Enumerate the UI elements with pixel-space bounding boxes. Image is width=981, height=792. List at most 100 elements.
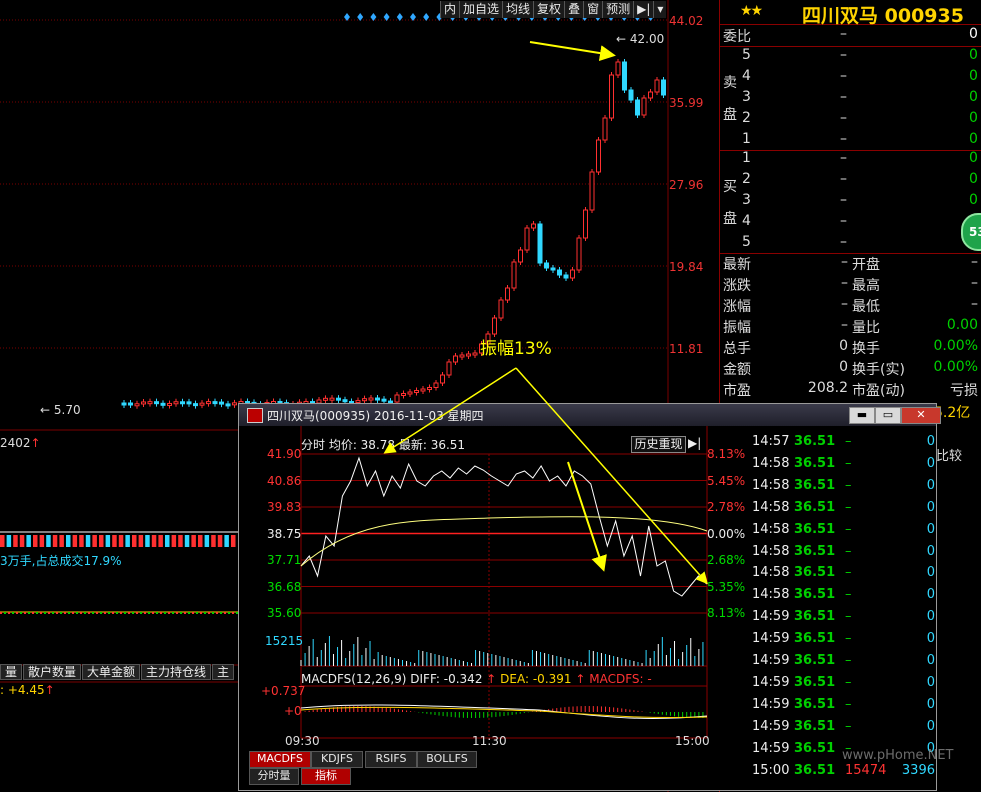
candle [394, 394, 400, 403]
tick-price: 36.51 [794, 587, 836, 603]
buy-row[interactable]: 2 – 0 [720, 171, 981, 191]
tick-time: 14:58 [752, 499, 790, 515]
indicator-tab[interactable]: RSIFS [365, 751, 417, 768]
toolbar-item[interactable]: 预测 [602, 1, 633, 18]
volume-bar [6, 535, 12, 547]
indicator-bar [216, 612, 218, 614]
stat-label: 最高 [852, 278, 880, 294]
buy-row[interactable]: 3 – 0 [720, 192, 981, 212]
indicator-bar [164, 612, 166, 614]
indicator-tab[interactable]: BOLLFS [417, 751, 477, 768]
intraday-window[interactable]: 四川双马(000935) 2016-11-03 星期四 ▬ ▭ ✕ 分时 均价:… [238, 403, 941, 791]
event-marker-icon[interactable] [344, 13, 350, 21]
toolbar-item[interactable]: 复权 [533, 1, 564, 18]
tick-volume: – [845, 521, 852, 537]
indicator-bar [224, 612, 226, 614]
indicator-tab[interactable]: KDJFS [311, 751, 363, 768]
bottom-tab[interactable]: 指标 [301, 768, 351, 785]
tick-volume: – [845, 543, 852, 559]
toolbar-item[interactable]: 窗 [583, 1, 602, 18]
indicator-tab[interactable]: 主 [212, 664, 235, 680]
indicator-bar [108, 612, 110, 614]
toolbar-item[interactable]: 内 [440, 1, 459, 18]
sell-row[interactable]: 2 – 0 [720, 110, 981, 130]
compare-label[interactable]: 比较 [936, 445, 962, 464]
tick-time: 14:58 [752, 587, 790, 603]
tick-volume: – [845, 696, 852, 712]
tick-time: 14:58 [752, 565, 790, 581]
stat-value: – [841, 254, 848, 270]
candle [186, 401, 192, 405]
history-replay-button[interactable]: 历史重现 [631, 436, 686, 453]
buy-row[interactable]: 5– [720, 234, 981, 254]
tick-volume: – [845, 631, 852, 647]
tick-row: 14:59 36.51– 0 [749, 719, 939, 741]
weibi-row: 委比 – 0 [723, 26, 978, 45]
event-marker-icon[interactable] [410, 13, 416, 21]
indicator-bar [12, 612, 14, 614]
indicator-tab[interactable]: 大单金额 [82, 664, 141, 680]
order-price: – [840, 192, 847, 208]
toolbar-item[interactable]: ▾ [653, 1, 666, 18]
stat-value: 0.00 [946, 317, 978, 333]
candle [427, 387, 432, 390]
close-button[interactable]: ✕ [901, 407, 941, 424]
maximize-button[interactable]: ▭ [875, 407, 901, 424]
order-level: 3 [742, 192, 751, 208]
bottom-tab[interactable]: 分时量 [249, 768, 299, 785]
expand-icon[interactable]: ▶| [688, 436, 701, 450]
indicator-tab[interactable]: MACDFS [249, 751, 311, 768]
candle [121, 402, 127, 406]
indicator-bar [168, 612, 170, 614]
indicator-tab[interactable]: 量 [0, 664, 23, 680]
toolbar-item[interactable]: 叠 [564, 1, 583, 18]
candle [154, 401, 159, 405]
indicator-bar [160, 612, 162, 614]
sell-row[interactable]: 3 – 0 [720, 89, 981, 109]
percent-axis-label: 5.45% [707, 473, 746, 488]
price-axis-label: 38.75 [267, 526, 302, 541]
buy-row[interactable]: 1 – 0 [720, 150, 981, 170]
intraday-chart[interactable] [239, 426, 749, 771]
volume-bar [79, 535, 84, 547]
tick-price: 36.51 [794, 609, 836, 625]
time-label: 09:30 [285, 734, 320, 748]
volume-bar [46, 535, 51, 547]
candle [141, 401, 146, 405]
minimize-button[interactable]: ▬ [849, 407, 875, 424]
indicator-bar [100, 612, 102, 614]
event-marker-icon[interactable] [423, 13, 430, 21]
indicator-bar [44, 612, 46, 614]
candle [596, 139, 601, 173]
stat-value: – [971, 275, 978, 291]
toolbar-item[interactable]: 加自选 [459, 1, 502, 18]
event-marker-icon[interactable] [396, 13, 403, 21]
indicator-tab[interactable]: 主力持仓线 [141, 664, 212, 680]
order-price: – [840, 68, 847, 84]
toolbar-item[interactable]: ▶| [633, 1, 653, 18]
tick-price: 36.51 [794, 455, 836, 471]
candle [446, 361, 452, 376]
indicator-bar [84, 612, 86, 614]
order-volume: 0 [969, 131, 978, 147]
tick-count: 0 [926, 499, 935, 515]
toolbar-item[interactable]: 均线 [502, 1, 533, 18]
event-marker-icon[interactable] [357, 13, 364, 21]
sell-row[interactable]: 1 – 0 [720, 131, 981, 151]
order-price: – [840, 131, 847, 147]
indicator-bar [36, 612, 38, 614]
tick-volume: – [845, 565, 852, 581]
candle [511, 261, 517, 289]
star-icon[interactable]: ★★ [740, 3, 763, 19]
sell-row[interactable]: 5 – 0 [720, 47, 981, 67]
candle [440, 374, 445, 384]
sell-row[interactable]: 4 – 0 [720, 68, 981, 88]
tick-list: 14:57 36.51–0 14:58 36.51–0 14:58 36.51–0 14:5… [749, 434, 939, 784]
candle [622, 61, 627, 91]
percent-axis-label: 8.13% [707, 606, 746, 620]
indicator-tab[interactable]: 散户数量 [23, 664, 82, 680]
tick-row: 14:59 36.51– 0 [749, 609, 939, 631]
buy-row[interactable]: 4– [720, 213, 981, 233]
window-titlebar[interactable]: 四川双马(000935) 2016-11-03 星期四 ▬ ▭ ✕ [239, 404, 941, 426]
candle [661, 79, 666, 96]
